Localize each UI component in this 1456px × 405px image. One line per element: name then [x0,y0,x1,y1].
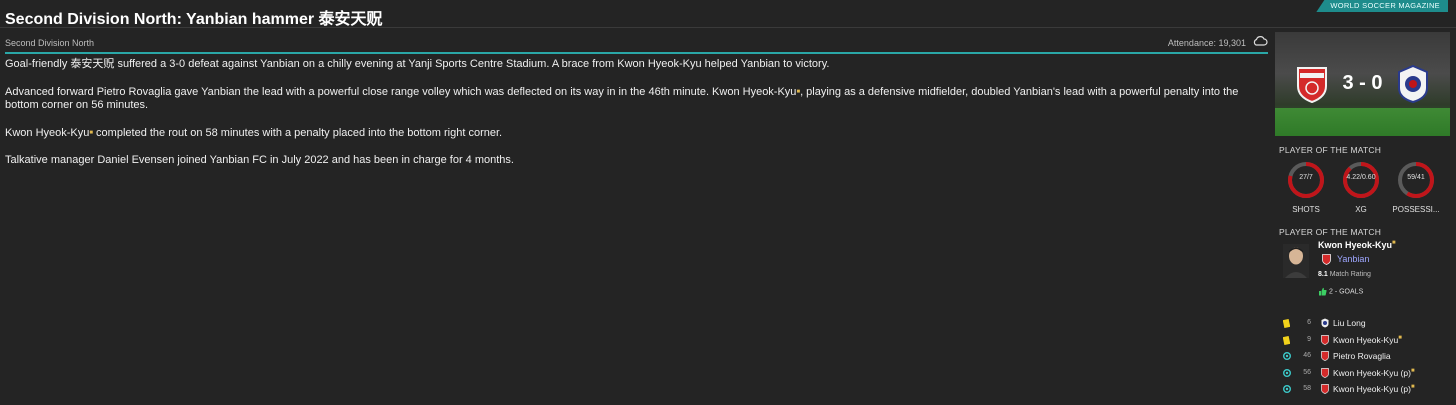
goal-icon [1283,385,1291,395]
goal-icon [1283,352,1291,362]
possession-value: 59/41 [1407,174,1425,181]
league-name: Second Division North [5,38,95,48]
player-photo[interactable] [1283,244,1309,278]
article-paragraph: Talkative manager Daniel Evensen joined … [5,154,514,166]
article-body: Goal-friendly 泰安天贶 suffered a 3-0 defeat… [5,58,1267,182]
match-event-row[interactable]: 58 Kwon Hyeok-Kyu (p)■ [1283,383,1453,400]
event-player: Pietro Rovaglia [1333,351,1391,361]
match-meta-bar: Second Division North Attendance: 19,301 [5,36,1268,50]
event-minute: 56 [1303,368,1311,376]
article-paragraph: Advanced forward Pietro Rovaglia gave Ya… [5,85,1239,112]
yanbian-crest-icon [1322,254,1331,266]
yellow-card-icon [1282,335,1291,347]
event-minute: 46 [1303,352,1311,359]
taian-crest-icon [1321,318,1329,330]
potm-goals: 2 - GOALS [1318,287,1363,296]
header-divider [0,27,1456,28]
xg-stat: 4.22/0.60 XG [1333,160,1389,214]
match-event-row[interactable]: 46 Pietro Rovaglia [1283,350,1453,367]
potm-club-link[interactable]: Yanbian [1322,254,1369,266]
potm-player-name[interactable]: Kwon Hyeok-Kyu■ [1318,240,1396,250]
shots-value: 27/7 [1299,174,1313,181]
accent-divider [5,52,1268,54]
article-headline: Second Division North: Yanbian hammer 泰安… [5,11,383,28]
match-event-row[interactable]: 9 Kwon Hyeok-Kyu■ [1282,334,1453,351]
match-event-row[interactable]: 6 Liu Long [1282,317,1453,334]
shots-label: SHOTS [1292,205,1320,214]
yanbian-crest-icon [1321,384,1329,396]
goal-icon [1283,368,1291,379]
match-event-row[interactable]: 56 Kwon Hyeok-Kyu (p)■ [1283,367,1453,384]
event-player: Kwon Hyeok-Kyu■ [1333,334,1402,345]
event-player: Liu Long [1333,318,1366,328]
cloud-icon [1252,35,1268,49]
xg-value: 4.22/0.60 [1346,174,1376,181]
event-minute: 6 [1307,319,1311,326]
thumbs-up-icon [1319,287,1327,296]
stats-section-label: PLAYER OF THE MATCH [1279,145,1382,155]
event-minute: 58 [1303,385,1311,392]
potm-rating: 8.1 Match Rating [1318,271,1371,278]
article-paragraph: Kwon Hyeok-Kyu■ completed the rout on 58… [5,126,503,139]
publication-badge: WORLD SOCCER MAGAZINE [1316,0,1448,12]
event-player: Kwon Hyeok-Kyu (p)■ [1333,384,1415,394]
taian-crest-icon [1398,64,1428,104]
possession-label: POSSESSI... [1392,205,1440,214]
yanbian-crest-icon [1321,351,1329,363]
score-panel[interactable]: 3 - 0 [1275,32,1450,136]
article-paragraph: Goal-friendly 泰安天贶 suffered a 3-0 defeat… [5,58,830,70]
yanbian-crest-icon [1321,334,1329,347]
potm-section-label: PLAYER OF THE MATCH [1279,227,1382,237]
star-icon: ■ [1410,367,1415,374]
yellow-card-icon [1282,318,1291,330]
star-icon: ■ [1410,384,1415,390]
pitch-graphic [1275,108,1450,136]
event-player: Kwon Hyeok-Kyu (p)■ [1333,367,1415,378]
yanbian-crest-icon [1321,367,1329,380]
xg-label: XG [1355,205,1367,214]
attendance-text: Attendance: 19,301 [1167,38,1246,48]
possession-stat: 59/41 POSSESSI... [1388,160,1444,214]
star-icon: ■ [1398,334,1402,341]
match-events-list: 6 Liu Long 9 Kwon Hyeok-Kyu■ 46 Pietro R… [1282,317,1453,400]
event-minute: 9 [1307,335,1311,343]
shots-stat: 27/7 SHOTS [1278,160,1334,214]
star-icon: ■ [1392,240,1396,246]
